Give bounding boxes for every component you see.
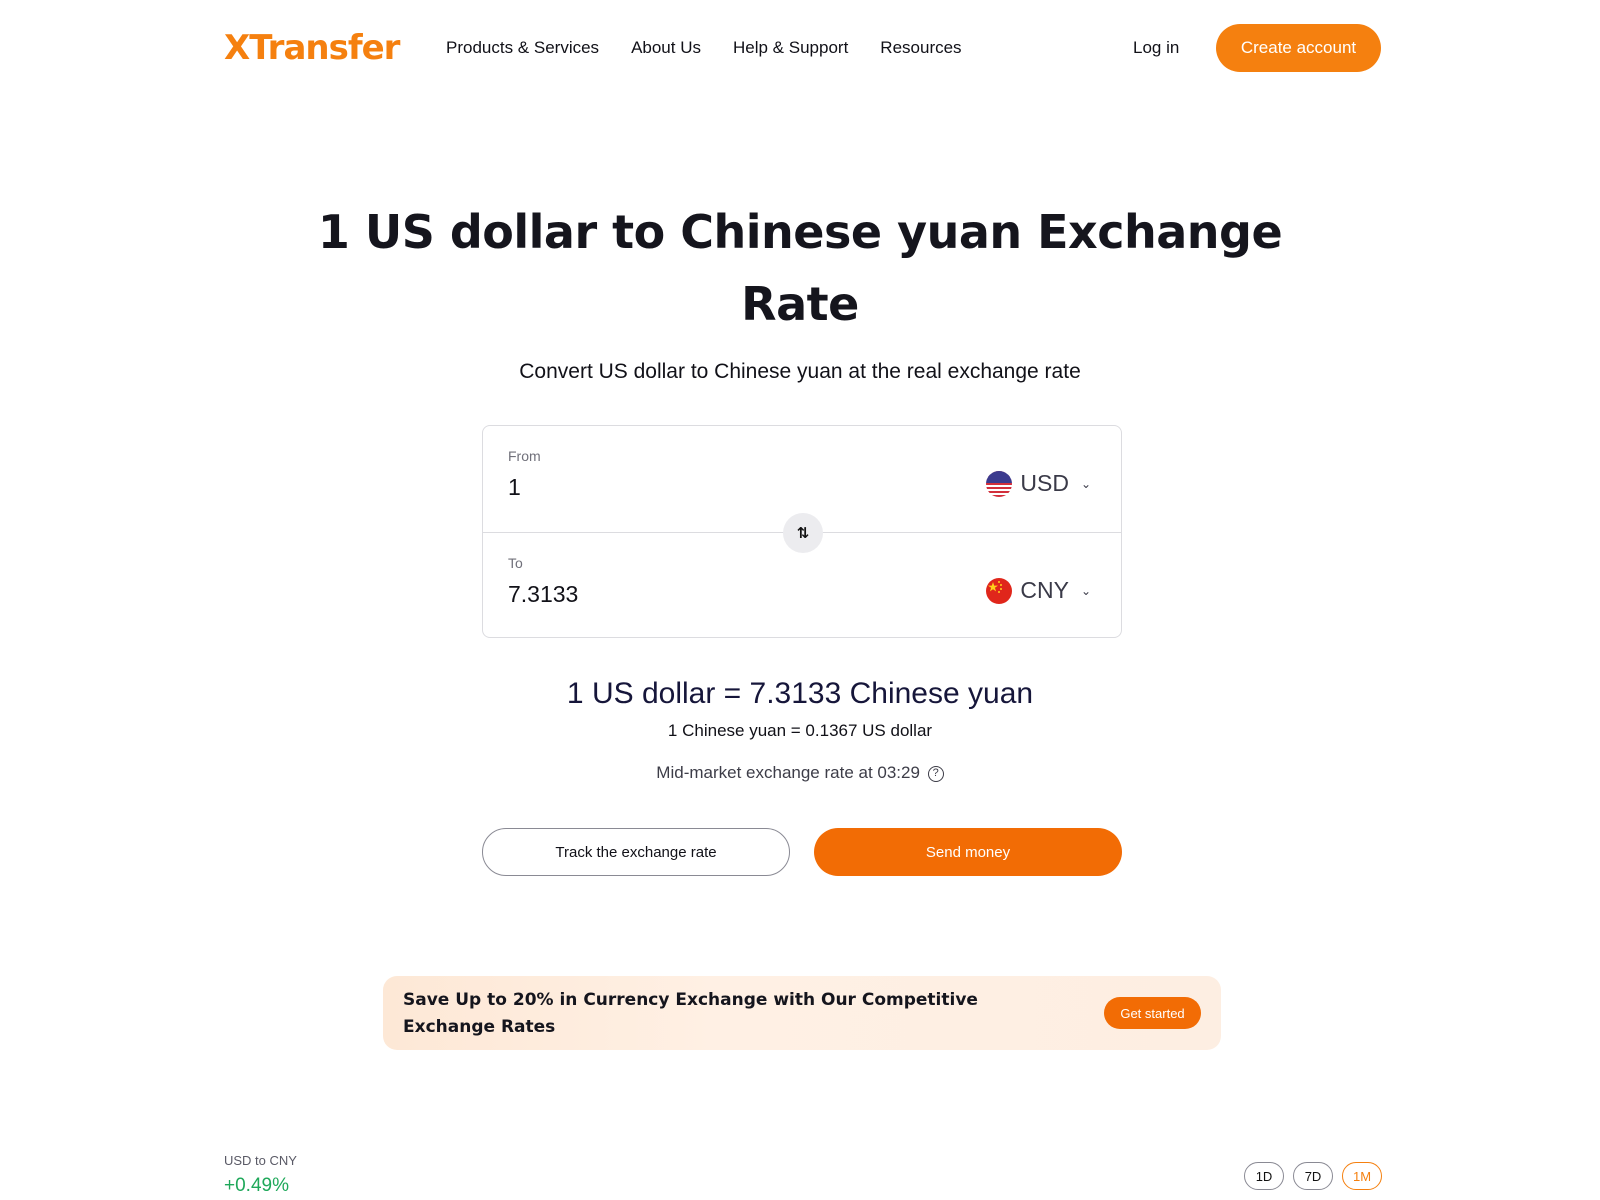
mid-market-rate-info: Mid-market exchange rate at 03:29 ? [300,762,1300,784]
nav-help-support[interactable]: Help & Support [733,36,848,60]
get-started-button[interactable]: Get started [1104,997,1201,1029]
mid-market-rate-text: Mid-market exchange rate at 03:29 [656,763,920,782]
page-subtitle: Convert US dollar to Chinese yuan at the… [519,360,1081,383]
us-flag-icon [986,470,1013,497]
exchange-rate-main: 1 US dollar = 7.3133 Chinese yuan [566,677,1034,710]
create-account-button[interactable]: Create account [1216,24,1381,72]
currency-converter: From USD ⌄ ⇅ To [482,425,1122,638]
site-header: XTransfer Products & Services About Us H… [0,0,1600,96]
exchange-rate-inverse: 1 Chinese yuan = 0.1367 US dollar [667,721,933,740]
promo-banner: Save Up to 20% in Currency Exchange with… [383,976,1221,1050]
send-money-button[interactable]: Send money [814,828,1122,876]
nav-about-us[interactable]: About Us [631,36,701,60]
cn-flag-icon [986,577,1013,604]
xtransfer-logo[interactable]: XTransfer [224,26,400,70]
from-currency-code: USD [1020,470,1069,496]
range-1d-button[interactable]: 1D [1244,1162,1284,1190]
nav-resources[interactable]: Resources [880,36,961,60]
to-label: To [508,555,523,571]
track-exchange-rate-button[interactable]: Track the exchange rate [482,828,790,876]
swap-currencies-button[interactable]: ⇅ [783,513,823,553]
from-currency-select[interactable]: USD ⌄ [986,470,1091,497]
page-title: 1 US dollar to Chinese yuan Exchange Rat… [317,205,1283,331]
promo-text: Save Up to 20% in Currency Exchange with… [403,990,978,1037]
main-nav: Products & Services About Us Help & Supp… [446,36,962,60]
from-label: From [508,448,541,464]
help-icon[interactable]: ? [927,765,944,782]
rate-change-percent: +0.49% [224,1175,289,1196]
to-currency-code: CNY [1020,577,1069,603]
to-currency-select[interactable]: CNY ⌄ [986,577,1091,604]
swap-arrows-icon: ⇅ [796,525,810,542]
range-7d-button[interactable]: 7D [1293,1162,1333,1190]
currency-pair-label: USD to CNY [224,1153,297,1168]
time-range-selector: 1D 7D 1M [1244,1162,1382,1190]
nav-products-services[interactable]: Products & Services [446,36,599,60]
login-link[interactable]: Log in [1133,36,1179,60]
chevron-down-icon: ⌄ [1080,476,1091,491]
to-amount-input[interactable] [508,581,808,608]
chevron-down-icon: ⌄ [1080,583,1091,598]
range-1m-button[interactable]: 1M [1342,1162,1382,1190]
from-amount-input[interactable] [508,474,808,501]
